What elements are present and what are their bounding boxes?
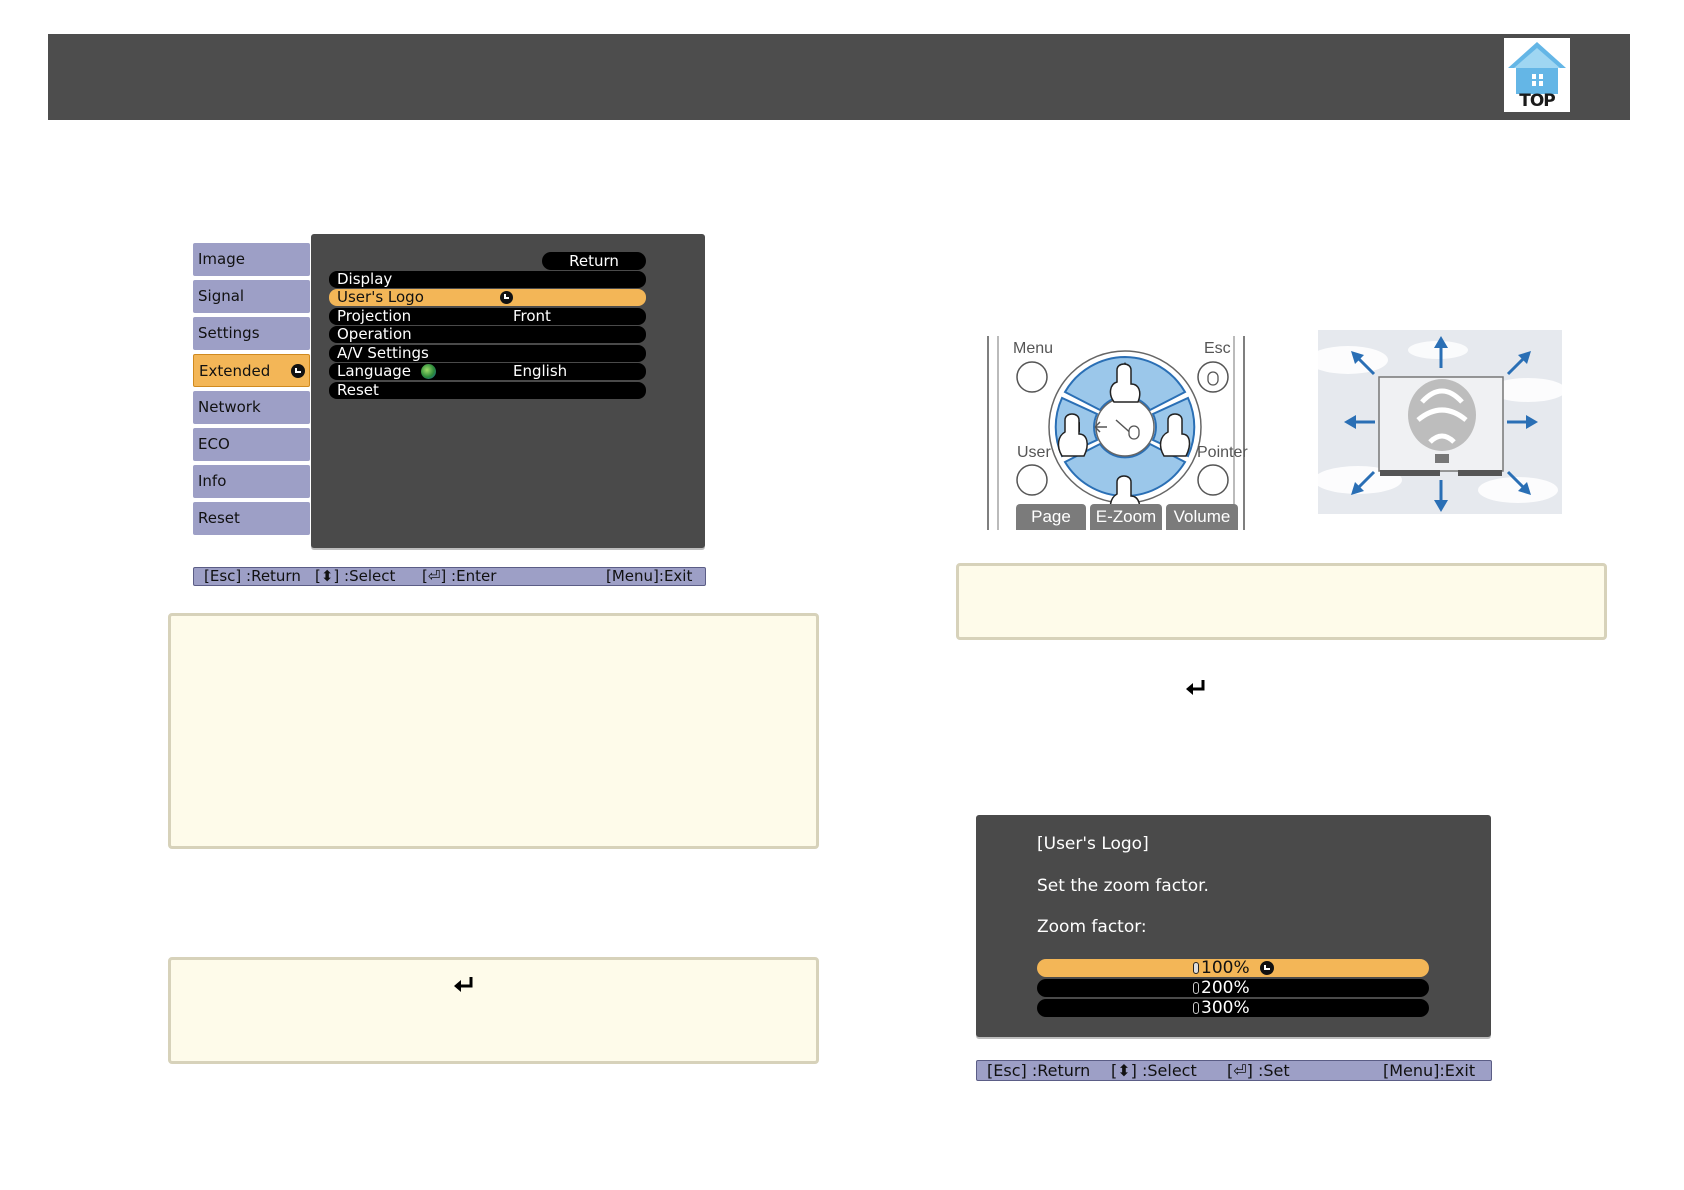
menu-item-label: Language (337, 362, 412, 380)
status-esc: [Esc] :Return (204, 567, 301, 585)
tab-label: Signal (198, 287, 245, 305)
menu-item-av-settings[interactable]: A/V Settings (329, 345, 646, 362)
menu-item-display[interactable]: Display (329, 271, 646, 288)
enter-arrow-icon (454, 977, 473, 992)
remote-ezoom-tab: E-Zoom (1090, 504, 1162, 530)
tab-label: Info (198, 472, 227, 490)
menu-item-label: Operation (337, 325, 412, 343)
enter-arrow-icon (1186, 680, 1205, 695)
remote-page-tab: Page (1016, 504, 1086, 530)
menu-item-reset[interactable]: Reset (329, 382, 646, 399)
globe-icon (421, 364, 436, 379)
zoom-dialog-title: [User's Logo] (1037, 834, 1149, 854)
zoom-option-300[interactable]: 300% (1037, 999, 1429, 1017)
zoom-option-100[interactable]: 100% (1037, 959, 1429, 977)
enter-icon (291, 364, 305, 378)
top-label: TOP (1519, 91, 1556, 111)
tab-label: Settings (198, 324, 260, 342)
status-select: [⬍] :Select (1111, 1061, 1197, 1080)
zoom-status-bar: [Esc] :Return [⬍] :Select [⏎] :Set [Menu… (976, 1060, 1492, 1081)
status-select: [⬍] :Select (315, 567, 396, 585)
zoom-dialog-instruction: Set the zoom factor. (1037, 876, 1209, 896)
direction-arrows-icon (1344, 336, 1538, 512)
zoom-option-label: 300% (1201, 998, 1250, 1018)
tab-label: Network (198, 398, 261, 416)
top-link[interactable]: TOP (1504, 38, 1570, 112)
remote-control-body (987, 336, 1245, 530)
menu-item-label: Reset (337, 381, 379, 399)
menu-item-value: English (513, 362, 568, 380)
menu-tab-image[interactable]: Image (193, 243, 310, 276)
menu-tab-eco[interactable]: ECO (193, 428, 310, 461)
status-set: [⏎] :Set (1227, 1061, 1290, 1080)
remote-volume-tab: Volume (1166, 504, 1238, 530)
menu-item-label: Display (337, 270, 393, 288)
menu-item-projection[interactable]: Projection Front (329, 308, 646, 325)
zoom-option-200[interactable]: 200% (1037, 979, 1429, 997)
menu-item-language[interactable]: Language English (329, 363, 646, 380)
enter-icon (500, 291, 513, 304)
remote-menu-label: Menu (1013, 340, 1054, 357)
menu-status-bar: [Esc] :Return [⬍] :Select [⏎] :Enter [Me… (193, 567, 706, 586)
radio-icon (1193, 982, 1199, 994)
remote-esc-label: Esc (1204, 340, 1231, 357)
return-button[interactable]: Return (542, 252, 646, 270)
note-box (168, 613, 819, 849)
menu-item-label: User's Logo (337, 288, 424, 306)
radio-icon (1193, 962, 1199, 974)
menu-tab-network[interactable]: Network (193, 391, 310, 424)
remote-pointer-label: Pointer (1197, 444, 1248, 461)
zoom-option-label: 200% (1201, 978, 1250, 998)
status-enter: [⏎] :Enter (422, 567, 497, 585)
note-box (168, 957, 819, 1064)
zoom-option-label: 100% (1201, 958, 1250, 978)
menu-item-value: Front (513, 307, 551, 325)
menu-item-label: Projection (337, 307, 412, 325)
menu-tab-reset[interactable]: Reset (193, 502, 310, 535)
page-header-bar: TOP (48, 34, 1630, 120)
menu-tab-signal[interactable]: Signal (193, 280, 310, 313)
tab-label: Image (198, 250, 245, 268)
note-box (956, 563, 1607, 640)
menu-item-users-logo[interactable]: User's Logo (329, 289, 646, 306)
status-esc: [Esc] :Return (987, 1061, 1091, 1080)
menu-tab-extended[interactable]: Extended (193, 354, 310, 387)
zoom-factor-label: Zoom factor: (1037, 917, 1147, 937)
logo-pan-illustration (1318, 330, 1562, 514)
tab-label: Extended (199, 362, 271, 380)
menu-tab-info[interactable]: Info (193, 465, 310, 498)
tab-label: ECO (198, 435, 230, 453)
remote-control-illustration: Menu Esc User Pointer Page E-Zoom Volume (972, 332, 1262, 530)
menu-tab-settings[interactable]: Settings (193, 317, 310, 350)
enter-icon (1260, 961, 1274, 975)
status-menu: [Menu]:Exit (1383, 1061, 1476, 1080)
remote-user-label: User (1017, 444, 1051, 461)
status-menu: [Menu]:Exit (606, 567, 693, 585)
menu-item-label: A/V Settings (337, 344, 429, 362)
tab-label: Reset (198, 509, 240, 527)
menu-item-operation[interactable]: Operation (329, 326, 646, 343)
radio-icon (1193, 1002, 1199, 1014)
